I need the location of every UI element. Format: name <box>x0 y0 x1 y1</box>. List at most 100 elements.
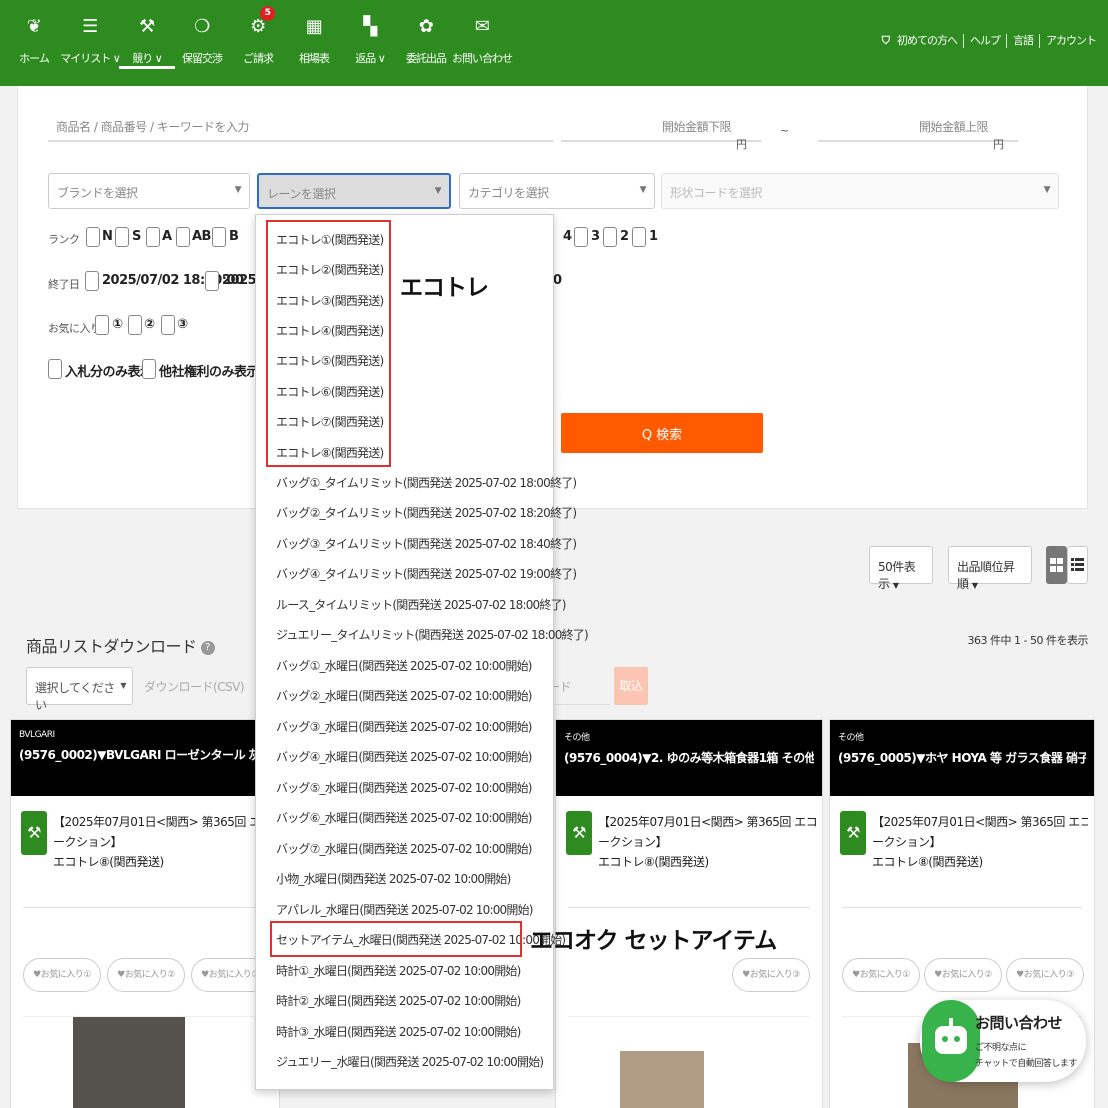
lane-option[interactable]: バッグ①_タイムリミット(関西発送 2025-07-02 18:00終了) <box>276 468 577 498</box>
rank-option: 4 <box>563 229 572 244</box>
link-language[interactable]: 言語 <box>1006 34 1039 48</box>
favorite-3-button[interactable]: ♥お気に入り③ <box>1006 958 1084 992</box>
caret-down-icon: ▼ <box>434 186 442 196</box>
nav-home[interactable]: ❦ ホーム <box>4 14 64 66</box>
rank-checkbox[interactable] <box>603 227 617 247</box>
rank-option: 3 <box>591 229 600 244</box>
nav-consign[interactable]: ✿ 委託出品 <box>396 14 456 66</box>
chat-widget[interactable]: お問い合わせ ご不明な点に チャットで自動回答します <box>920 1000 1086 1082</box>
lane-option[interactable]: バッグ②_タイムリミット(関西発送 2025-07-02 18:20終了) <box>276 498 577 528</box>
account-links: ⛉ 初めての方へ ヘルプ 言語 アカウント <box>882 34 1102 48</box>
card-header: その他 (9576_0005)▼ホヤ HOYA 等 ガラス食器 硝子食器 その他… <box>830 720 1094 796</box>
lane-option[interactable]: バッグ④_タイムリミット(関西発送 2025-07-02 19:00終了) <box>276 559 577 589</box>
help-icon[interactable]: ? <box>200 640 215 655</box>
negotiation-icon: ❍ <box>194 16 210 37</box>
lane-option[interactable]: 小物_水曜日(関西発送 2025-07-02 10:00開始) <box>276 864 511 894</box>
bid-only-checkbox[interactable] <box>48 359 62 379</box>
link-help[interactable]: ヘルプ <box>963 34 1006 48</box>
lane-option[interactable]: バッグ⑦_水曜日(関西発送 2025-07-02 10:00開始) <box>276 834 532 864</box>
grid-icon: ▦ <box>305 16 323 37</box>
rank-checkbox[interactable] <box>176 227 190 247</box>
favorite-1-button[interactable]: ♥お気に入り① <box>842 958 920 992</box>
lane-option[interactable]: バッグ⑥_水曜日(関西発送 2025-07-02 10:00開始) <box>276 803 532 833</box>
code-input[interactable]: ード <box>548 667 610 705</box>
shield-icon: ⛉ <box>881 34 890 47</box>
card-category: その他 <box>564 733 590 743</box>
lane-option[interactable]: バッグ③_水曜日(関西発送 2025-07-02 10:00開始) <box>276 712 532 742</box>
favorite-checkbox[interactable] <box>128 315 142 335</box>
download-title-text: 商品リストダウンロード <box>26 637 197 656</box>
favorite-3-button[interactable]: ♥お気に入り③ <box>732 958 810 992</box>
per-page-select[interactable]: 50件表示 ▼ <box>869 546 933 591</box>
price-max-input[interactable]: 開始金額上限 <box>818 108 1018 142</box>
link-account[interactable]: アカウント <box>1039 34 1102 48</box>
favorite-1-button[interactable]: ♥お気に入り① <box>23 958 101 992</box>
divider <box>842 907 1082 908</box>
price-min-input[interactable]: 開始金額下限 <box>561 108 761 142</box>
category-select[interactable]: カテゴリを選択 ▼ <box>459 173 655 209</box>
nav-mylist[interactable]: ☰ マイリスト ∨ <box>60 14 121 66</box>
favorite-checkbox[interactable] <box>161 315 175 335</box>
favorite-label: お気に入り <box>48 322 101 335</box>
card-title[interactable]: (9576_0002)▼BVLGARI ローゼンタール 灰皿 その他陶器 <box>19 746 271 763</box>
download-csv-button[interactable]: ダウンロード(CSV) <box>144 678 245 695</box>
rank-checkbox[interactable] <box>86 227 100 247</box>
lane-option[interactable]: バッグ②_水曜日(関西発送 2025-07-02 10:00開始) <box>276 681 532 711</box>
caret-down-icon: ▼ <box>234 185 242 195</box>
end-date-checkbox[interactable] <box>205 271 219 291</box>
rank-checkbox[interactable] <box>115 227 129 247</box>
lane-option[interactable]: バッグ③_タイムリミット(関西発送 2025-07-02 18:40終了) <box>276 529 577 559</box>
lane-option[interactable]: ジュエリー_タイムリミット(関西発送 2025-07-02 18:00終了) <box>276 620 589 650</box>
rank-checkbox[interactable] <box>146 227 160 247</box>
lane-option[interactable]: 時計②_水曜日(関西発送 2025-07-02 10:00開始) <box>276 986 521 1016</box>
rank-checkbox[interactable] <box>212 227 226 247</box>
brand-select[interactable]: ブランドを選択 ▼ <box>48 173 250 209</box>
import-button[interactable]: 取込 <box>614 667 648 705</box>
robot-icon <box>922 1000 980 1082</box>
nav-billing[interactable]: ⚙ 5 ご請求 <box>228 6 288 66</box>
caret-down-icon: ▼ <box>1043 185 1051 195</box>
lane-select[interactable]: レーンを選択 ▼ <box>257 173 451 209</box>
lane-option[interactable]: 時計③_水曜日(関西発送 2025-07-02 10:00開始) <box>276 1017 521 1047</box>
lane-option[interactable]: バッグ①_水曜日(関西発送 2025-07-02 10:00開始) <box>276 651 532 681</box>
end-date-checkbox[interactable] <box>85 271 99 291</box>
product-image[interactable] <box>568 1016 810 1108</box>
card-title[interactable]: (9576_0005)▼ホヤ HOYA 等 ガラス食器 硝子食器 その他陶器 <box>838 749 1086 766</box>
card-title[interactable]: (9576_0004)▼2. ゆのみ等木箱食器1箱 その他陶器 <box>564 749 814 766</box>
download-format-select[interactable]: 選択してください ▼ <box>26 667 133 712</box>
nav-auction[interactable]: ⚒ 競り ∨ <box>117 14 177 69</box>
product-card[interactable]: その他 (9576_0004)▼2. ゆのみ等木箱食器1箱 その他陶器 ⚒ 【2… <box>555 719 823 1108</box>
other-rights-checkbox[interactable] <box>142 359 156 379</box>
lane-option[interactable]: ルース_タイムリミット(関西発送 2025-07-02 18:00終了) <box>276 590 566 620</box>
card-header: その他 (9576_0004)▼2. ゆのみ等木箱食器1箱 その他陶器 <box>556 720 822 796</box>
shape-code-select[interactable]: 形状コードを選択 ▼ <box>661 173 1059 209</box>
link-beginners[interactable]: 初めての方へ <box>891 34 963 48</box>
caret-down-icon: ▼ <box>120 681 126 690</box>
rank-checkbox[interactable] <box>574 227 588 247</box>
grid-view-button[interactable] <box>1046 546 1067 584</box>
keyword-input[interactable]: 商品名 / 商品番号 / キーワードを入力 <box>48 108 553 142</box>
product-image[interactable] <box>23 1016 267 1108</box>
card-category: BVLGARI <box>19 730 55 740</box>
nav-price-table[interactable]: ▦ 相場表 <box>284 14 344 66</box>
nav-contact[interactable]: ✉ お問い合わせ <box>452 14 513 66</box>
nav-negotiation[interactable]: ❍ 保留交渉 <box>172 14 232 66</box>
lane-option[interactable]: バッグ⑤_水曜日(関西発送 2025-07-02 10:00開始) <box>276 773 532 803</box>
sort-select[interactable]: 出品順位昇順 ▼ <box>948 546 1032 591</box>
robot-face-icon <box>935 1018 967 1054</box>
rank-checkbox[interactable] <box>632 227 646 247</box>
favorite-checkbox[interactable] <box>95 315 109 335</box>
lane-option[interactable]: バッグ④_水曜日(関西発送 2025-07-02 10:00開始) <box>276 742 532 772</box>
return-icon: ▚ <box>363 16 377 37</box>
favorite-2-button[interactable]: ♥お気に入り② <box>924 958 1002 992</box>
rank-option: S <box>132 229 141 244</box>
lane-option[interactable]: ジュエリー_水曜日(関西発送 2025-07-02 10:00開始) <box>276 1047 544 1077</box>
favorite-2-button[interactable]: ♥お気に入り② <box>107 958 185 992</box>
list-view-button[interactable] <box>1067 546 1088 584</box>
search-button[interactable]: Q 検索 <box>561 413 763 453</box>
nav-return[interactable]: ▚ 返品 ∨ <box>340 14 400 66</box>
chat-title: お問い合わせ <box>975 1014 1063 1032</box>
chat-line-1: ご不明な点に <box>975 1043 1027 1053</box>
product-card[interactable]: BVLGARI (9576_0002)▼BVLGARI ローゼンタール 灰皿 そ… <box>10 719 280 1108</box>
lane-option[interactable]: 時計①_水曜日(関西発送 2025-07-02 10:00開始) <box>276 956 521 986</box>
